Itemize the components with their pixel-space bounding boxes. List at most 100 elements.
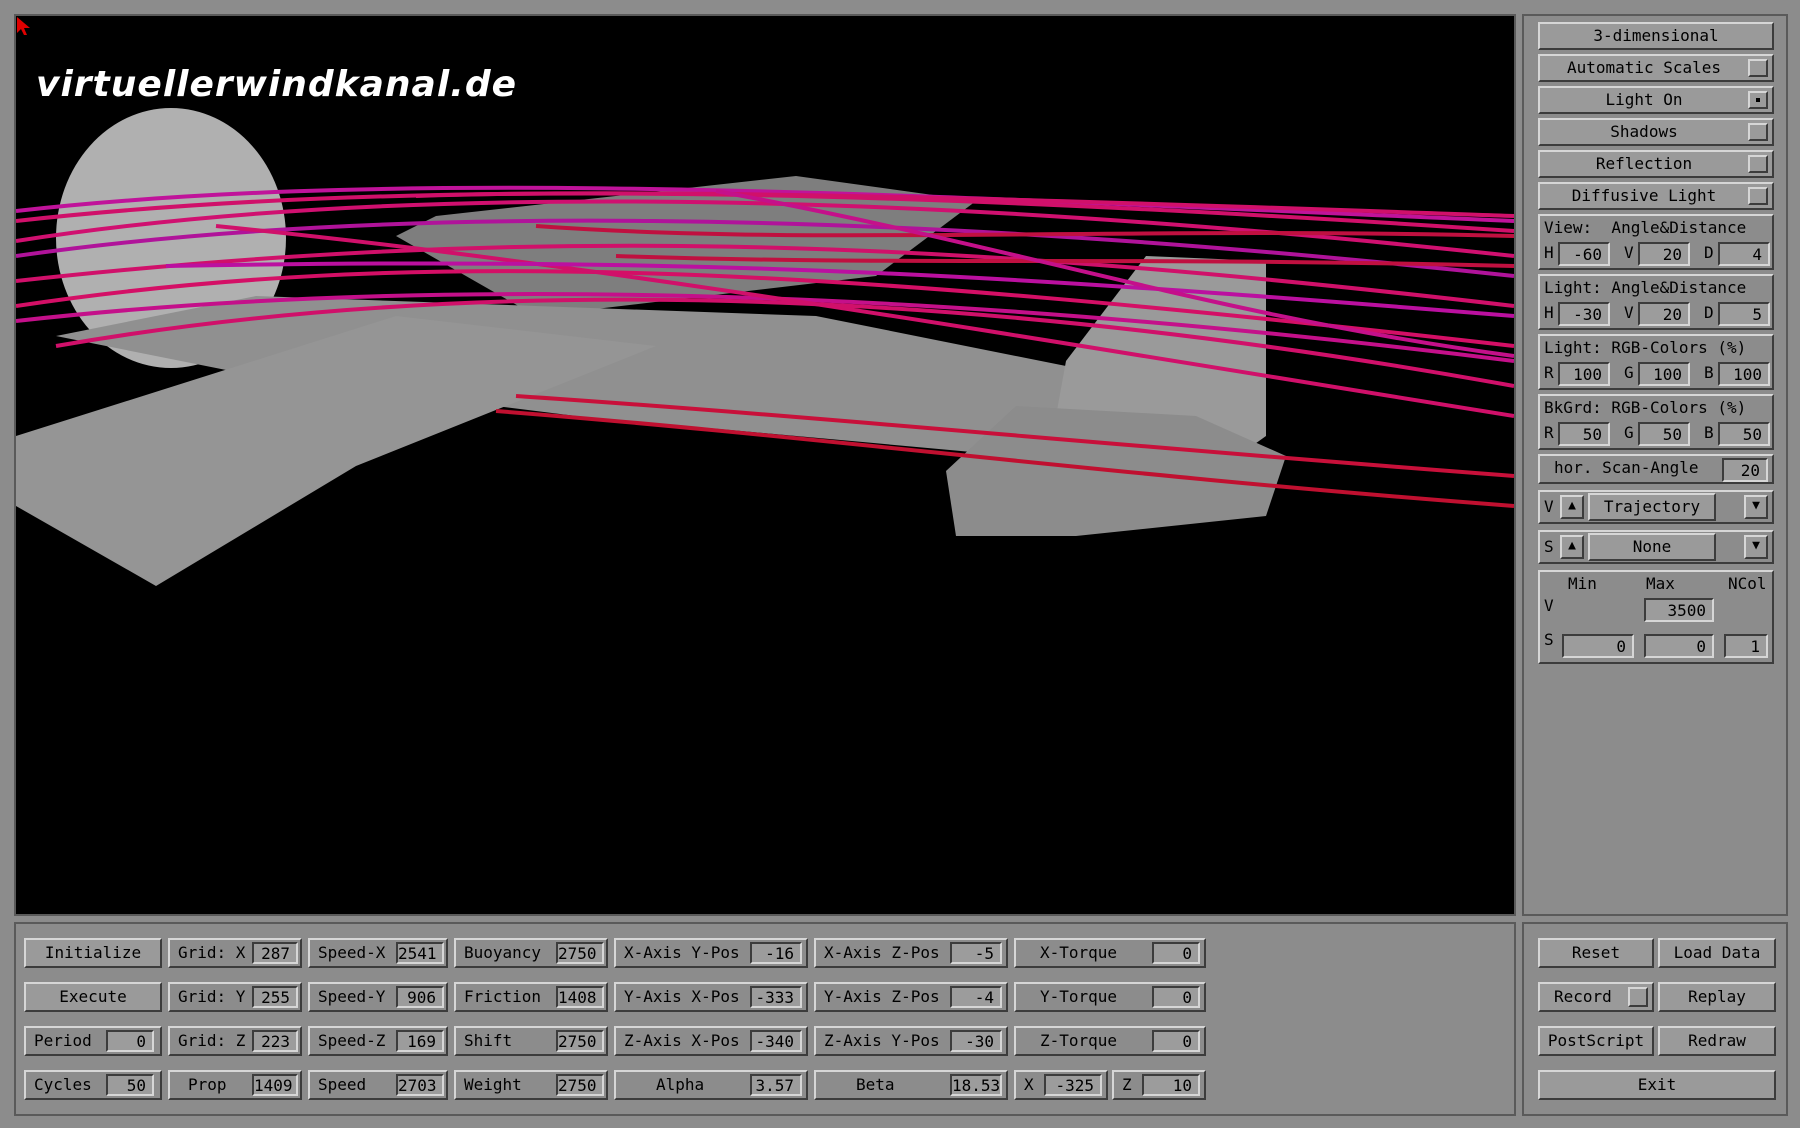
replay-button[interactable]: Replay	[1658, 982, 1776, 1012]
y-axis-x-pos-field: Y-Axis X-Pos -333	[614, 982, 808, 1012]
speed-z-field: Speed-Z 169	[308, 1026, 448, 1056]
buoyancy-field: Buoyancy 2750	[454, 938, 608, 968]
bkgrd-b-input[interactable]: 50	[1718, 422, 1770, 446]
background-rgb-group: BkGrd: RGB-Colors (%) R 50 G 50 B 50	[1538, 394, 1774, 450]
shift-input[interactable]: 2750	[556, 1030, 604, 1052]
shift-field: Shift 2750	[454, 1026, 608, 1056]
bkgrd-r-input[interactable]: 50	[1558, 422, 1610, 446]
checkbox-icon[interactable]	[1748, 187, 1768, 205]
view-angle-group: View: Angle&Distance H -60 V 20 D 4	[1538, 214, 1774, 270]
speed-x-input[interactable]: 2541	[396, 942, 444, 964]
alpha-input[interactable]: 3.57	[750, 1074, 802, 1096]
light-r-input[interactable]: 100	[1558, 362, 1610, 386]
display-settings-panel: 3-dimensional Automatic Scales Light On …	[1522, 14, 1788, 916]
light-rgb-group: Light: RGB-Colors (%) R 100 G 100 B 100	[1538, 334, 1774, 390]
watermark-text: virtuellerwindkanal.de	[36, 64, 518, 105]
x-torque-input[interactable]: 0	[1152, 942, 1200, 964]
scan-angle-input[interactable]: 20	[1722, 458, 1768, 482]
v-max-input[interactable]: 3500	[1644, 598, 1714, 622]
prop-input[interactable]: 1409	[252, 1074, 298, 1096]
prop-field: Prop 1409	[168, 1070, 302, 1100]
v-variable-select[interactable]: Trajectory	[1588, 493, 1716, 521]
execute-button[interactable]: Execute	[24, 982, 162, 1012]
grid-z-input[interactable]: 223	[252, 1030, 298, 1052]
x-position-field: X -325	[1014, 1070, 1108, 1100]
bkgrd-g-input[interactable]: 50	[1638, 422, 1690, 446]
checkbox-icon[interactable]	[1748, 59, 1768, 77]
record-toggle[interactable]: Record	[1538, 982, 1654, 1012]
light-d-input[interactable]: 5	[1718, 302, 1770, 326]
z-position-input[interactable]: 10	[1142, 1074, 1200, 1096]
toggle-label: Shadows	[1610, 122, 1678, 141]
view-d-input[interactable]: 4	[1718, 242, 1770, 266]
exit-button[interactable]: Exit	[1538, 1070, 1776, 1100]
z-position-field: Z 10	[1112, 1070, 1206, 1100]
reset-button[interactable]: Reset	[1538, 938, 1654, 968]
app-window: virtuellerwindkanal.de 3-dimensional Aut…	[0, 0, 1800, 1128]
s-min-input[interactable]: 0	[1562, 634, 1634, 658]
speed-y-input[interactable]: 906	[396, 986, 444, 1008]
y-axis-x-pos-input[interactable]: -333	[750, 986, 802, 1008]
period-input[interactable]: 0	[106, 1030, 154, 1052]
z-axis-x-pos-field: Z-Axis X-Pos -340	[614, 1026, 808, 1056]
x-position-input[interactable]: -325	[1044, 1074, 1102, 1096]
3d-mode-button[interactable]: 3-dimensional	[1538, 22, 1774, 50]
toggle-label: Reflection	[1595, 154, 1693, 173]
cycles-input[interactable]: 50	[106, 1074, 154, 1096]
s-down-arrow-icon[interactable]: ▼	[1744, 535, 1768, 559]
s-max-input[interactable]: 0	[1644, 634, 1714, 658]
z-axis-x-pos-input[interactable]: -340	[750, 1030, 802, 1052]
automatic-scales-toggle[interactable]: Automatic Scales	[1538, 54, 1774, 82]
near-wing	[16, 316, 656, 586]
light-v-input[interactable]: 20	[1638, 302, 1690, 326]
grid-x-input[interactable]: 287	[252, 942, 298, 964]
grid-y-input[interactable]: 255	[252, 986, 298, 1008]
s-up-arrow-icon[interactable]: ▲	[1560, 535, 1584, 559]
speed-z-input[interactable]: 169	[396, 1030, 444, 1052]
z-torque-field: Z-Torque 0	[1014, 1026, 1206, 1056]
speed-input[interactable]: 2703	[396, 1074, 444, 1096]
checkbox-icon[interactable]	[1628, 987, 1648, 1007]
view-h-input[interactable]: -60	[1558, 242, 1610, 266]
s-ncol-input[interactable]: 1	[1724, 634, 1768, 658]
checkbox-icon[interactable]	[1748, 123, 1768, 141]
beta-input[interactable]: 18.53	[950, 1074, 1002, 1096]
checkbox-checked-icon[interactable]	[1748, 91, 1768, 109]
friction-input[interactable]: 1408	[556, 986, 604, 1008]
y-torque-input[interactable]: 0	[1152, 986, 1200, 1008]
y-axis-z-pos-input[interactable]: -4	[950, 986, 1002, 1008]
light-on-toggle[interactable]: Light On	[1538, 86, 1774, 114]
weight-field: Weight 2750	[454, 1070, 608, 1100]
v-up-arrow-icon[interactable]: ▲	[1560, 495, 1584, 519]
postscript-button[interactable]: PostScript	[1538, 1026, 1654, 1056]
simulation-parameters-panel: Initialize Execute Period 0 Cycles 50 Gr…	[14, 922, 1516, 1116]
redraw-button[interactable]: Redraw	[1658, 1026, 1776, 1056]
load-data-button[interactable]: Load Data	[1658, 938, 1776, 968]
grid-z-field: Grid: Z 223	[168, 1026, 302, 1056]
range-group: Min Max NCol V 3500 S 0 0 1	[1538, 570, 1774, 664]
z-axis-y-pos-input[interactable]: -30	[950, 1030, 1002, 1052]
x-axis-y-pos-input[interactable]: -16	[750, 942, 802, 964]
reflection-toggle[interactable]: Reflection	[1538, 150, 1774, 178]
grid-x-field: Grid: X 287	[168, 938, 302, 968]
buoyancy-input[interactable]: 2750	[556, 942, 604, 964]
diffusive-light-toggle[interactable]: Diffusive Light	[1538, 182, 1774, 210]
light-b-input[interactable]: 100	[1718, 362, 1770, 386]
light-g-input[interactable]: 100	[1638, 362, 1690, 386]
s-variable-select[interactable]: None	[1588, 533, 1716, 561]
x-torque-field: X-Torque 0	[1014, 938, 1206, 968]
actions-panel: Reset Load Data Record Replay PostScript…	[1522, 922, 1788, 1116]
speed-x-field: Speed-X 2541	[308, 938, 448, 968]
record-label: Record	[1554, 987, 1612, 1006]
checkbox-icon[interactable]	[1748, 155, 1768, 173]
3d-viewport[interactable]: virtuellerwindkanal.de	[14, 14, 1516, 916]
shadows-toggle[interactable]: Shadows	[1538, 118, 1774, 146]
toggle-label: Light On	[1605, 90, 1683, 109]
z-torque-input[interactable]: 0	[1152, 1030, 1200, 1052]
weight-input[interactable]: 2750	[556, 1074, 604, 1096]
x-axis-z-pos-input[interactable]: -5	[950, 942, 1002, 964]
v-down-arrow-icon[interactable]: ▼	[1744, 495, 1768, 519]
initialize-button[interactable]: Initialize	[24, 938, 162, 968]
view-v-input[interactable]: 20	[1638, 242, 1690, 266]
light-h-input[interactable]: -30	[1558, 302, 1610, 326]
